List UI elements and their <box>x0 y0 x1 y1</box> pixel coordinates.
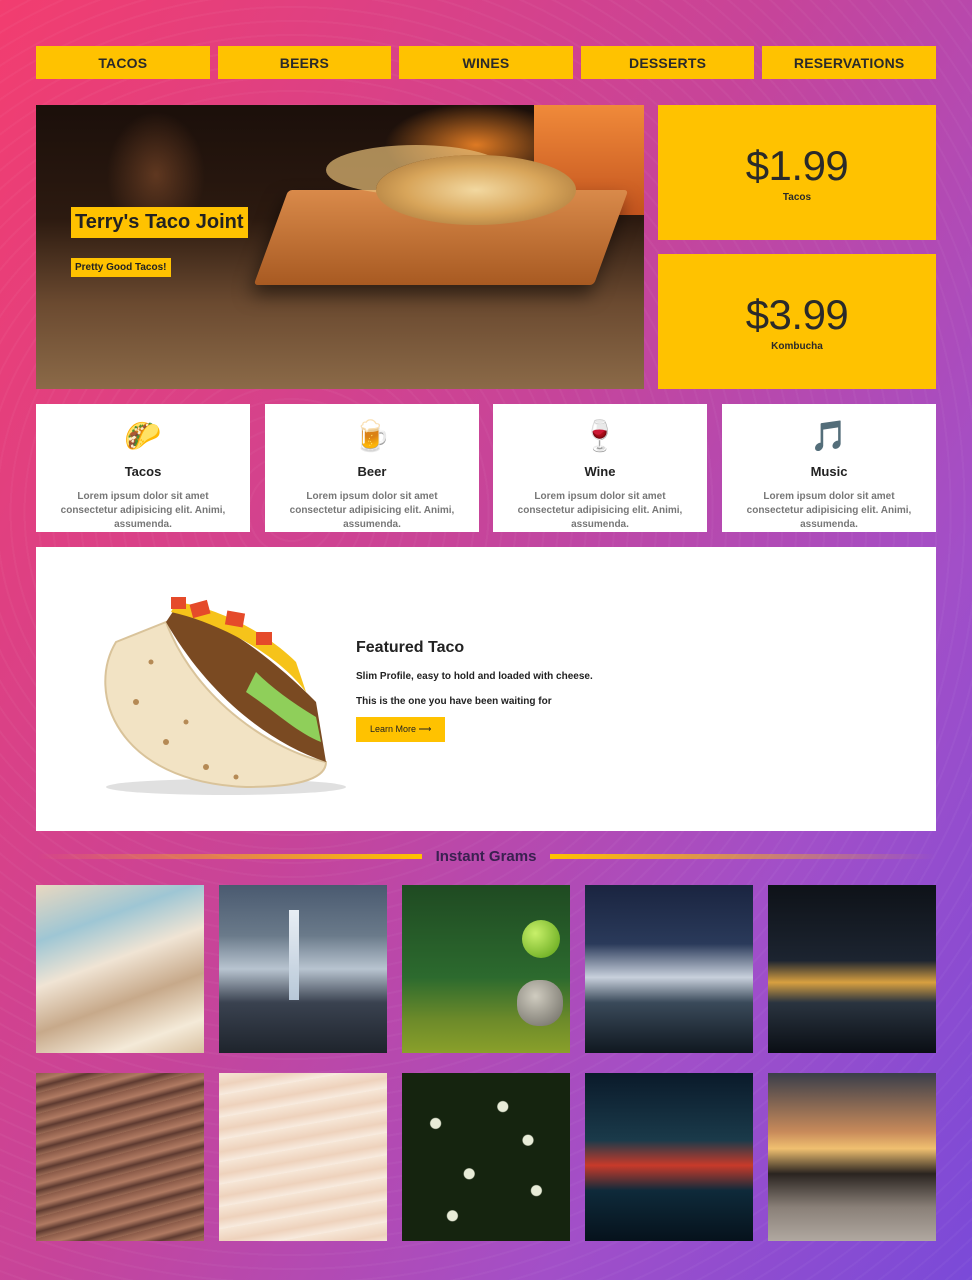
hero-title: Terry's Taco Joint <box>71 207 248 238</box>
featured-taco-image <box>104 597 346 795</box>
divider <box>36 853 422 859</box>
feature-description: Lorem ipsum dolor sit amet consectetur a… <box>289 491 455 530</box>
gram-photo-city-night[interactable] <box>768 885 936 1053</box>
wine-icon: 🍷 <box>581 420 619 453</box>
nav-tacos[interactable]: TACOS <box>36 46 210 79</box>
featured-taco-section: Featured Taco Slim Profile, easy to hold… <box>36 547 936 831</box>
feature-card-tacos: 🌮 Tacos Lorem ipsum dolor sit amet conse… <box>36 404 250 532</box>
gram-photo-sunset-beach[interactable] <box>768 1073 936 1241</box>
gram-photo-flowers[interactable] <box>402 1073 570 1241</box>
beer-icon: 🍺 <box>353 420 391 453</box>
price-value: $1.99 <box>745 142 849 189</box>
hero-banner: Terry's Taco Joint Pretty Good Tacos! <box>36 105 644 389</box>
instant-grams-heading: Instant Grams <box>36 846 936 866</box>
feature-card-beer: 🍺 Beer Lorem ipsum dolor sit amet consec… <box>265 404 479 532</box>
feature-card-music: 🎵 Music Lorem ipsum dolor sit amet conse… <box>722 404 936 532</box>
gram-photo-sand-dunes[interactable] <box>36 1073 204 1241</box>
featured-title: Featured Taco <box>356 639 465 656</box>
feature-card-wine: 🍷 Wine Lorem ipsum dolor sit amet consec… <box>493 404 707 532</box>
waterfall-stream <box>289 910 299 1000</box>
music-icon: 🎵 <box>810 420 848 453</box>
nav-beers[interactable]: BEERS <box>217 46 392 79</box>
green-ball <box>522 920 560 958</box>
featured-tagline: This is the one you have been waiting fo… <box>356 696 552 707</box>
feature-title: Tacos <box>124 464 162 479</box>
feature-title: Beer <box>357 464 387 479</box>
gram-photo-waves[interactable] <box>36 885 204 1053</box>
feature-description: Lorem ipsum dolor sit amet consectetur a… <box>60 491 226 530</box>
price-value: $3.99 <box>745 291 849 338</box>
grey-stone <box>517 980 563 1026</box>
feature-description: Lorem ipsum dolor sit amet consectetur a… <box>517 491 683 530</box>
nav-desserts[interactable]: DESSERTS <box>580 46 755 79</box>
gram-photo-waterfall[interactable] <box>219 885 387 1053</box>
nav-wines[interactable]: WINES <box>399 46 573 79</box>
feature-title: Music <box>810 464 848 479</box>
gram-photo-city-street[interactable] <box>585 1073 753 1241</box>
featured-description: Slim Profile, easy to hold and loaded wi… <box>356 671 593 682</box>
feature-description: Lorem ipsum dolor sit amet consectetur a… <box>746 491 912 530</box>
instant-grams-title: Instant Grams <box>435 847 537 865</box>
gram-photo-beige-waves[interactable] <box>219 1073 387 1241</box>
main-nav: TACOS BEERS WINES DESSERTS RESERVATIONS <box>36 46 936 79</box>
feature-title: Wine <box>584 464 616 479</box>
taco-icon: 🌮 <box>124 420 162 453</box>
gram-photo-snowy-mountain[interactable] <box>585 885 753 1053</box>
price-card-tacos: $1.99 Tacos <box>658 105 936 240</box>
price-card-kombucha: $3.99 Kombucha <box>658 254 936 389</box>
price-label: Kombucha <box>771 341 823 352</box>
featured-text: Featured Taco Slim Profile, easy to hold… <box>356 639 593 742</box>
learn-more-button[interactable]: Learn More ⟶ <box>356 717 446 742</box>
hero-taco-image <box>376 155 576 225</box>
gram-photo-green-ball[interactable] <box>402 885 570 1053</box>
divider <box>550 853 936 859</box>
nav-reservations[interactable]: RESERVATIONS <box>762 46 936 79</box>
hero-subtitle: Pretty Good Tacos! <box>71 258 171 277</box>
price-label: Tacos <box>782 192 812 203</box>
